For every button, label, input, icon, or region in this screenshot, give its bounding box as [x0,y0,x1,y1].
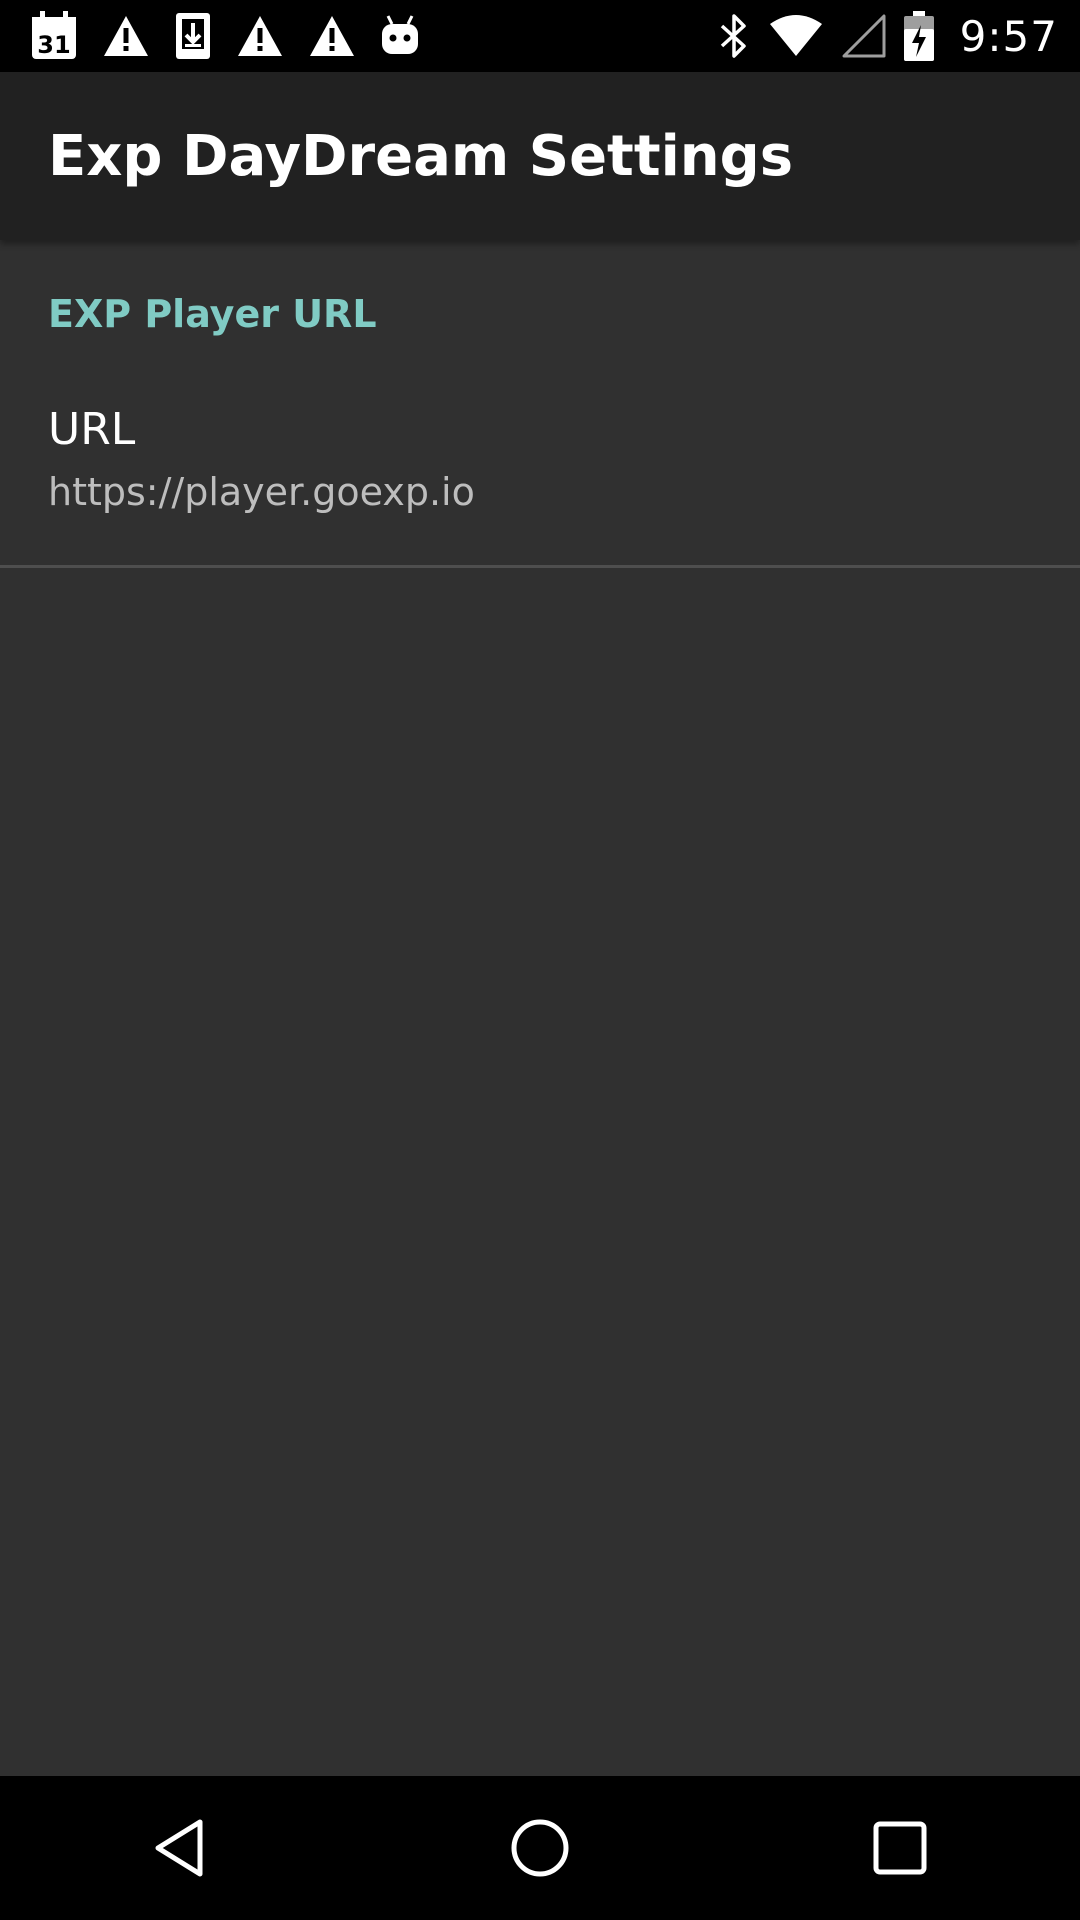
app-bar: Exp DayDream Settings [0,72,1080,240]
home-icon [511,1819,569,1877]
wifi-icon [768,14,824,58]
page-title: Exp DayDream Settings [48,123,794,189]
calendar-icon: 31 [30,11,78,61]
back-button[interactable] [120,1788,240,1908]
divider [0,565,1080,568]
preferences-list: EXP Player URL URL https://player.goexp.… [0,240,1080,1776]
bluetooth-icon [718,12,750,60]
preference-category-header: EXP Player URL [48,292,377,336]
battery-charging-icon [903,11,934,61]
warning-icon [236,14,284,58]
system-icons: 9:57 [718,11,1080,61]
signal-icon [842,14,886,58]
calendar-day: 31 [37,31,70,59]
warning-icon [102,14,150,58]
preference-title: URL [48,404,136,455]
url-preference[interactable]: URL https://player.goexp.io [0,388,1080,558]
download-icon [174,11,212,61]
warning-icon [308,14,356,58]
navigation-bar [0,1776,1080,1920]
preference-summary: https://player.goexp.io [48,470,475,514]
status-bar: 31 9:57 [0,0,1080,72]
back-icon [155,1819,203,1877]
recents-button[interactable] [840,1788,960,1908]
clock: 9:57 [959,11,1058,61]
android-icon [380,14,420,58]
home-button[interactable] [480,1788,600,1908]
recents-icon [873,1821,927,1875]
notification-icons: 31 [0,11,420,61]
